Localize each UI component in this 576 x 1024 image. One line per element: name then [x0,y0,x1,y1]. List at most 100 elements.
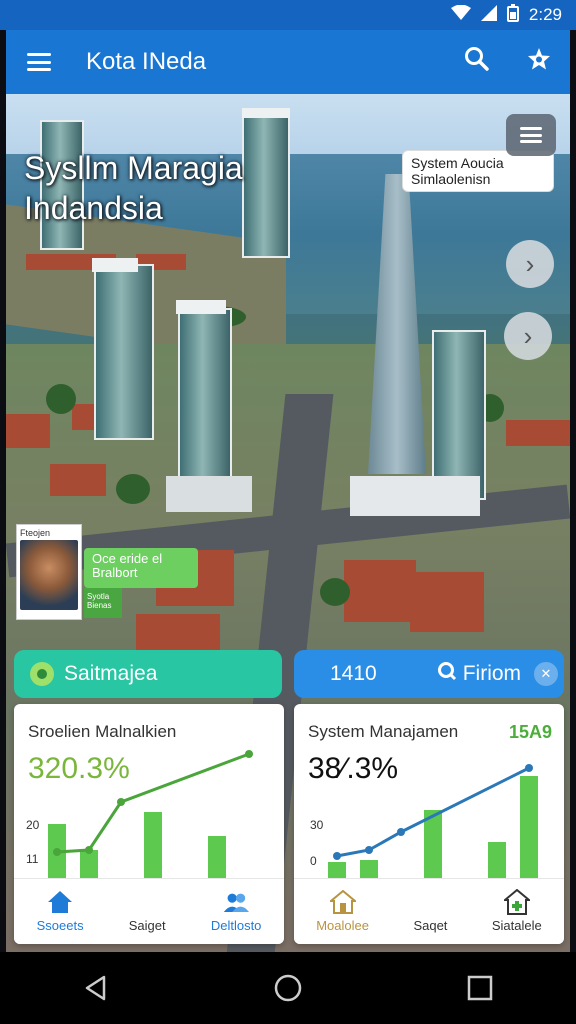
tree [116,474,150,504]
card-nav-item[interactable]: Saiget [129,890,166,933]
search-pill-label: Firiom [462,662,522,685]
chevron-right-icon: › [523,320,533,351]
info-tag-line1: Oce eride el [92,551,163,566]
card-nav-label: Deltlosto [210,918,262,933]
building-icon [329,890,356,914]
chart-point [333,852,341,860]
info-tag-line2: Bralbort [92,565,138,580]
signal-icon [480,4,497,26]
chart-point [365,846,373,854]
city-scene[interactable]: Sysllm Maragia Indandsia System Aoucia S… [6,94,570,952]
profile-card[interactable]: Fteojen [16,524,82,620]
tower-roof [242,108,290,118]
stats-card[interactable]: System Manajamen 15A9 38⁄.3% 30 0 Moalol… [294,704,564,944]
callout-line1: System Aoucia [411,155,504,171]
menu-icon [520,127,542,143]
chart-bar [208,836,226,880]
status-bar: 2:29 [0,0,576,30]
tower-podium [166,476,252,512]
back-button[interactable] [56,958,136,1018]
recents-icon [467,975,493,1001]
callout-line2: Simlaolenisn [411,171,491,187]
card-nav-item[interactable]: Deltlosto [210,890,262,933]
tree [320,578,350,606]
card-nav-item[interactable]: Siatalele [491,889,542,933]
tower [178,308,232,480]
map-menu-button[interactable] [506,114,556,156]
chart-bar [520,776,538,880]
chart-point [85,846,93,854]
card-nav-label: Siatalele [491,918,542,933]
wifi-icon [450,4,471,26]
tree [46,384,76,414]
category-pill-label: Saitmajea [64,662,158,685]
stats-card[interactable]: Sroelien Malnalkien 320.3% 20 11 Ssoeets… [14,704,284,944]
chart-bar [488,842,506,880]
tower [94,264,154,440]
house-roof [410,572,484,632]
profile-name: Fteojen [20,528,51,538]
chart-point [53,848,61,856]
home-circle-icon [274,974,302,1002]
battery-icon [506,3,519,27]
search-button[interactable] [446,46,508,79]
house-roof [50,464,106,496]
chart-point [525,764,533,772]
chart-bar [80,850,98,880]
chart-bar [360,860,378,880]
location-dot-icon [30,662,54,686]
tower-podium [350,476,480,516]
clinic-icon [503,889,530,915]
house-roof [6,414,50,448]
info-chip[interactable]: Syotla Bienas [84,588,122,618]
card-nav: Moalolee Saqet Siatalele [294,878,564,944]
back-icon [85,975,106,1001]
house-roof [344,560,416,622]
menu-button[interactable] [6,53,72,71]
search-pill[interactable]: 1410 Firiom ✕ [294,650,564,698]
card-nav-label: Saqet [413,918,448,933]
menu-icon [27,53,51,71]
app-bar: Kota INeda [6,30,570,94]
scene-headline-line2: Indandsia [24,190,163,226]
chart-point [117,798,125,806]
category-pill[interactable]: Saitmajea [14,650,282,698]
card-nav-label: Moalolee [316,918,369,933]
info-chip-line1: Syotla [87,592,110,601]
favorite-button[interactable] [508,47,570,78]
star-icon [528,47,550,69]
scene-headline: Sysllm Maragia Indandsia [24,148,324,228]
card-nav-label: Ssoeets [36,918,84,933]
tower-roof [92,258,138,272]
search-pill-number: 1410 [330,662,377,685]
next-arrow-button[interactable]: › [506,240,554,288]
chart-point [245,750,253,758]
stats-chart [48,750,253,880]
tower-roof [176,300,226,314]
chevron-right-icon: › [525,248,535,279]
status-time: 2:29 [528,5,562,24]
card-nav-item[interactable]: Saqet [413,890,447,933]
scene-headline-line1: Sysllm Maragia [24,150,243,186]
info-tag[interactable]: Oce eride el Bralbort [84,548,198,588]
tower [432,330,486,500]
chart-bar [144,812,162,880]
card-nav-item[interactable]: Ssoeets [37,890,84,933]
close-icon[interactable]: ✕ [534,662,558,686]
avatar [20,540,78,610]
recents-button[interactable] [440,958,520,1018]
card-nav-item[interactable]: Moalolee [316,890,369,933]
search-icon [465,46,489,71]
next-arrow-button[interactable]: › [504,312,552,360]
home-button[interactable] [248,958,328,1018]
home-icon [47,890,73,914]
info-callout[interactable]: System Aoucia Simlaolenisn [402,150,554,192]
system-nav-bar [0,952,576,1024]
search-icon [437,661,457,687]
users-icon [223,890,250,914]
card-nav: Ssoeets Saiget Deltlosto [14,878,284,944]
app-title: Kota INeda [86,48,207,75]
card-nav-label: Saiget [128,918,166,933]
house-roof [506,420,570,446]
chart-point [397,828,405,836]
